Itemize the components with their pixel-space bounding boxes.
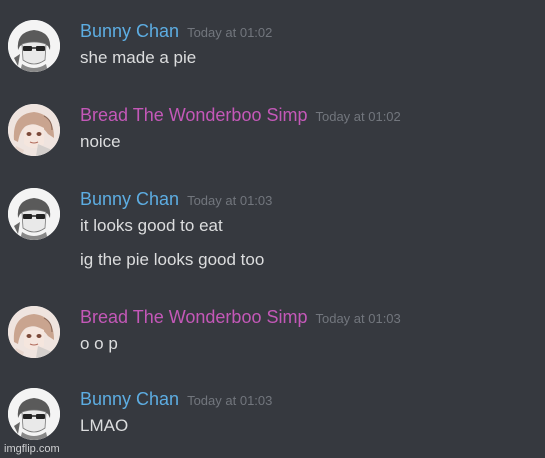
username[interactable]: Bread The Wonderboo Simp [80, 307, 307, 327]
timestamp: Today at 01:02 [315, 109, 401, 124]
sunglasses-anime-boy-icon [8, 188, 60, 240]
timestamp: Today at 01:03 [187, 393, 273, 408]
anime-girl-icon [8, 104, 60, 156]
timestamp: Today at 01:03 [315, 311, 401, 326]
message-header: Bunny Chan Today at 01:03 [80, 188, 272, 210]
username[interactable]: Bunny Chan [80, 189, 179, 209]
message-text: noice [80, 132, 121, 151]
anime-girl-icon [8, 306, 60, 358]
user-avatar[interactable] [8, 188, 60, 240]
username[interactable]: Bunny Chan [80, 389, 179, 409]
message-header: Bunny Chan Today at 01:02 [80, 20, 272, 42]
user-avatar[interactable] [8, 20, 60, 72]
sunglasses-anime-boy-icon [8, 388, 60, 440]
sunglasses-anime-boy-icon [8, 20, 60, 72]
timestamp: Today at 01:03 [187, 193, 273, 208]
message-header: Bread The Wonderboo Simp Today at 01:02 [80, 104, 401, 126]
user-avatar[interactable] [8, 104, 60, 156]
imgflip-watermark: imgflip.com [4, 443, 60, 455]
message-text: she made a pie [80, 48, 197, 67]
username[interactable]: Bread The Wonderboo Simp [80, 105, 307, 125]
timestamp: Today at 01:02 [187, 25, 273, 40]
user-avatar[interactable] [8, 388, 60, 440]
message-text: o o p [80, 334, 118, 353]
message-text: LMAO [80, 416, 129, 435]
message-text: it looks good to eat [80, 216, 223, 235]
message-header: Bunny Chan Today at 01:03 [80, 388, 272, 410]
username[interactable]: Bunny Chan [80, 21, 179, 41]
message-header: Bread The Wonderboo Simp Today at 01:03 [80, 306, 401, 328]
user-avatar[interactable] [8, 306, 60, 358]
message-text: ig the pie looks good too [80, 250, 265, 269]
chat-message-list: Bunny Chan Today at 01:02 she made a pie … [0, 0, 545, 458]
